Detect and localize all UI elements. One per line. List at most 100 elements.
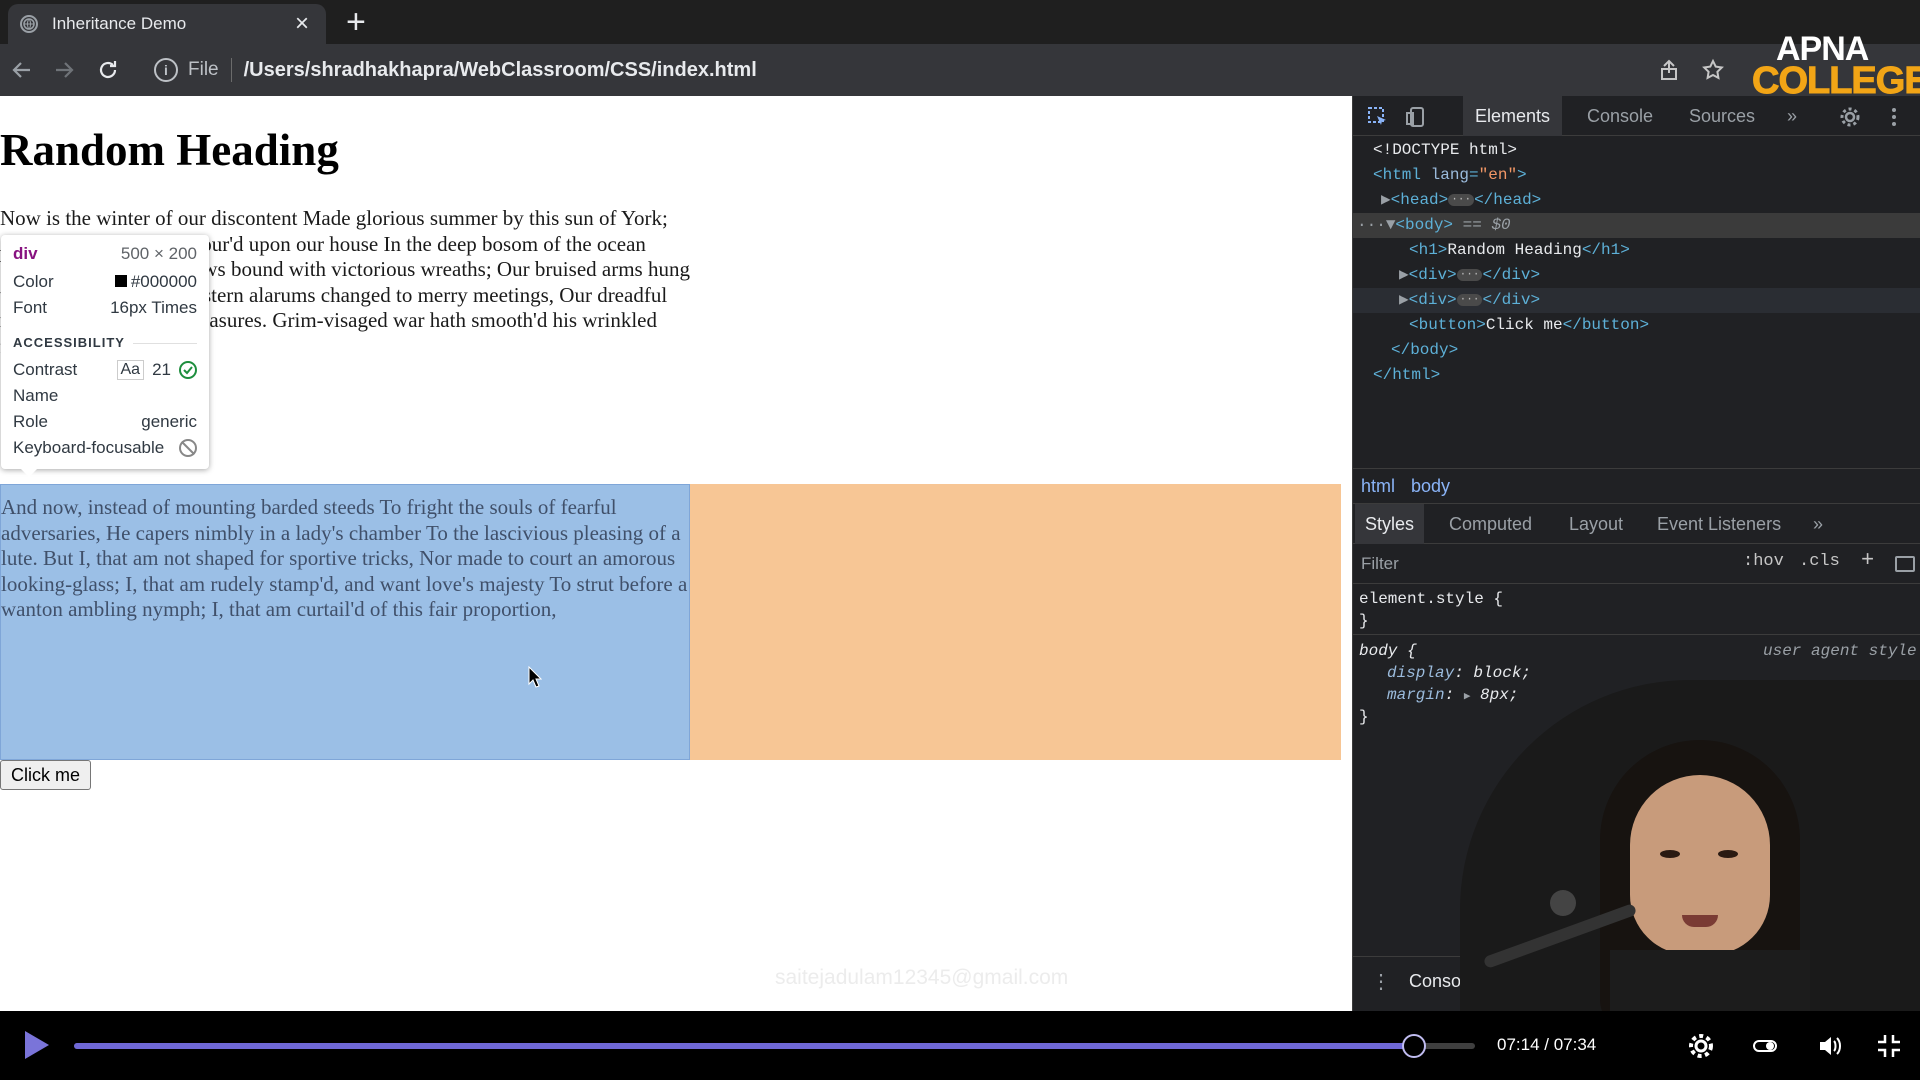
- dom-lang-attr: lang: [1430, 166, 1470, 184]
- dom-button[interactable]: <button>Click me</button>: [1353, 313, 1920, 338]
- time-readout: 07:14 / 07:34: [1497, 1035, 1597, 1054]
- breadcrumb-body[interactable]: body: [1411, 476, 1450, 497]
- dom-button-text: Click me: [1485, 316, 1563, 334]
- add-rule-icon[interactable]: +: [1861, 548, 1874, 573]
- more-vertical-icon[interactable]: [1881, 104, 1907, 130]
- browser-tab[interactable]: Inheritance Demo ×: [8, 4, 326, 44]
- expand-triangle-icon[interactable]: ▶: [1399, 266, 1409, 284]
- tooltip-role-value: generic: [141, 412, 197, 431]
- expand-triangle-icon[interactable]: ▶: [1464, 691, 1471, 703]
- body-display-decl[interactable]: display: block;: [1387, 664, 1531, 682]
- mouse-cursor-icon: [528, 666, 542, 688]
- tab-sources[interactable]: Sources: [1677, 96, 1767, 136]
- click-me-button[interactable]: Click me: [0, 760, 92, 790]
- dom-div1-open: <div>: [1408, 266, 1457, 284]
- breadcrumb-html[interactable]: html: [1361, 476, 1395, 497]
- styles-divider: [1353, 634, 1920, 635]
- element-style-rule[interactable]: element.style {: [1359, 590, 1503, 608]
- tooltip-divider: [133, 343, 197, 344]
- tab-elements[interactable]: Elements: [1463, 96, 1563, 136]
- dom-body-close[interactable]: </body>: [1353, 338, 1920, 363]
- tooltip-arrow: [21, 469, 37, 477]
- dom-head-ellipsis[interactable]: ···: [1448, 193, 1475, 206]
- dom-div1-ellipsis[interactable]: ···: [1456, 268, 1483, 281]
- tab-console[interactable]: Console: [1575, 96, 1665, 136]
- seek-bar[interactable]: [74, 1034, 1475, 1058]
- drawer-menu-icon[interactable]: ⋮: [1371, 969, 1391, 994]
- more-tabs-icon[interactable]: »: [1775, 96, 1809, 136]
- dom-body-selected[interactable]: ···▼<body> == $0: [1353, 213, 1920, 238]
- tab-title: Inheritance Demo: [52, 14, 187, 33]
- share-icon[interactable]: [1655, 56, 1683, 84]
- seek-handle[interactable]: [1402, 1034, 1427, 1058]
- tab-styles[interactable]: Styles: [1355, 504, 1425, 544]
- dom-body-marker: == $0: [1462, 216, 1511, 234]
- dom-h1-text: Random Heading: [1447, 241, 1582, 259]
- dom-div2-open: <div>: [1408, 291, 1457, 309]
- expand-triangle-icon[interactable]: ▶: [1399, 291, 1409, 309]
- back-icon[interactable]: [6, 54, 38, 86]
- dom-html-close[interactable]: </html>: [1353, 363, 1920, 388]
- second-div-margin: And now, instead of mounting barded stee…: [0, 484, 1341, 760]
- new-tab-button[interactable]: +: [346, 4, 366, 40]
- play-icon[interactable]: [22, 1029, 52, 1061]
- cls-toggle[interactable]: .cls: [1799, 552, 1840, 571]
- body-rule-selector[interactable]: body {: [1359, 642, 1417, 660]
- url-text[interactable]: /Users/shradhakhapra/WebClassroom/CSS/in…: [244, 59, 757, 82]
- tooltip-role-label: Role: [13, 412, 48, 431]
- info-icon[interactable]: i: [154, 58, 178, 82]
- seek-bar-progress: [74, 1043, 1415, 1049]
- dom-h1-open: <h1>: [1409, 241, 1448, 259]
- dom-html-close-tag: </html>: [1373, 366, 1441, 384]
- theater-toggle-icon[interactable]: [1750, 1031, 1780, 1061]
- display-prop: display: [1387, 664, 1455, 682]
- hov-toggle[interactable]: :hov: [1743, 552, 1784, 571]
- tooltip-keyboard-label: Keyboard-focusable: [13, 438, 165, 457]
- tooltip-contrast-aa: Aa: [116, 360, 145, 380]
- dom-doctype[interactable]: <!DOCTYPE html>: [1353, 138, 1920, 163]
- dom-div2-ellipsis[interactable]: ···: [1456, 293, 1483, 306]
- video-controls: 07:14 / 07:34: [0, 1011, 1920, 1080]
- tooltip-font-label: Font: [13, 298, 48, 317]
- inspect-element-icon[interactable]: [1365, 104, 1391, 130]
- computed-sidebar-icon[interactable]: [1895, 556, 1915, 572]
- dom-head[interactable]: ▶<head> ··· </head>: [1353, 188, 1920, 213]
- body-margin-decl[interactable]: margin: ▶ 8px;: [1387, 686, 1518, 704]
- collapse-triangle-icon[interactable]: ▼: [1386, 216, 1396, 234]
- globe-icon: [20, 15, 38, 33]
- tooltip-contrast-label: Contrast: [13, 360, 78, 379]
- reload-icon[interactable]: [92, 54, 124, 86]
- exit-fullscreen-icon[interactable]: [1874, 1031, 1904, 1061]
- forward-icon[interactable]: [48, 54, 80, 86]
- tooltip-contrast-value-wrap: Aa 21: [116, 360, 197, 380]
- settings-gear-icon[interactable]: [1837, 104, 1863, 130]
- close-tab-icon[interactable]: ×: [290, 10, 314, 38]
- dom-div-2[interactable]: ▶<div> ··· </div>: [1353, 288, 1920, 313]
- device-toolbar-icon[interactable]: [1403, 104, 1429, 130]
- settings-gear-icon[interactable]: [1686, 1031, 1716, 1061]
- dom-doctype-text: <!DOCTYPE html>: [1373, 141, 1518, 159]
- tooltip-size: 500 × 200: [120, 244, 197, 263]
- tooltip-font-value: 16px Times: [110, 298, 197, 317]
- tooltip-contrast-value: 21: [152, 360, 171, 379]
- styles-filter-input[interactable]: [1361, 551, 1725, 577]
- expand-triangle-icon[interactable]: ▶: [1381, 191, 1391, 209]
- star-icon[interactable]: [1699, 56, 1727, 84]
- dom-head-open: <head>: [1390, 191, 1449, 209]
- dom-body-open: <body>: [1395, 216, 1454, 234]
- tab-computed[interactable]: Computed: [1439, 504, 1542, 544]
- address-bar[interactable]: i File /Users/shradhakhapra/WebClassroom…: [142, 50, 1752, 90]
- tooltip-contrast-row: Contrast Aa 21: [13, 359, 197, 381]
- dom-h1[interactable]: <h1>Random Heading</h1>: [1353, 238, 1920, 263]
- dom-html-tag: <html: [1373, 166, 1422, 184]
- dom-html-open[interactable]: <html lang="en">: [1353, 163, 1920, 188]
- tooltip-name-label: Name: [13, 386, 59, 405]
- volume-icon[interactable]: [1815, 1031, 1845, 1061]
- dom-div1-close: </div>: [1482, 266, 1541, 284]
- dom-div-1[interactable]: ▶<div> ··· </div>: [1353, 263, 1920, 288]
- tab-event-listeners[interactable]: Event Listeners: [1647, 504, 1791, 544]
- presenter-eye-right: [1718, 850, 1738, 858]
- drawer-console-tab[interactable]: Consol: [1409, 971, 1465, 992]
- tab-layout[interactable]: Layout: [1559, 504, 1633, 544]
- more-tabs-icon[interactable]: »: [1803, 504, 1833, 544]
